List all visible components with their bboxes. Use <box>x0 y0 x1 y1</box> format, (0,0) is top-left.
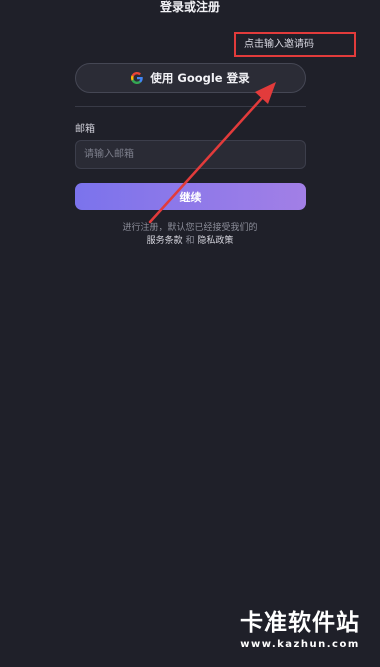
watermark-brand: 卡准软件站 <box>240 610 360 636</box>
watermark-url: www.kazhun.com <box>240 639 360 650</box>
annotation-arrow <box>148 82 276 224</box>
watermark: 卡准软件站 www.kazhun.com <box>224 608 376 652</box>
